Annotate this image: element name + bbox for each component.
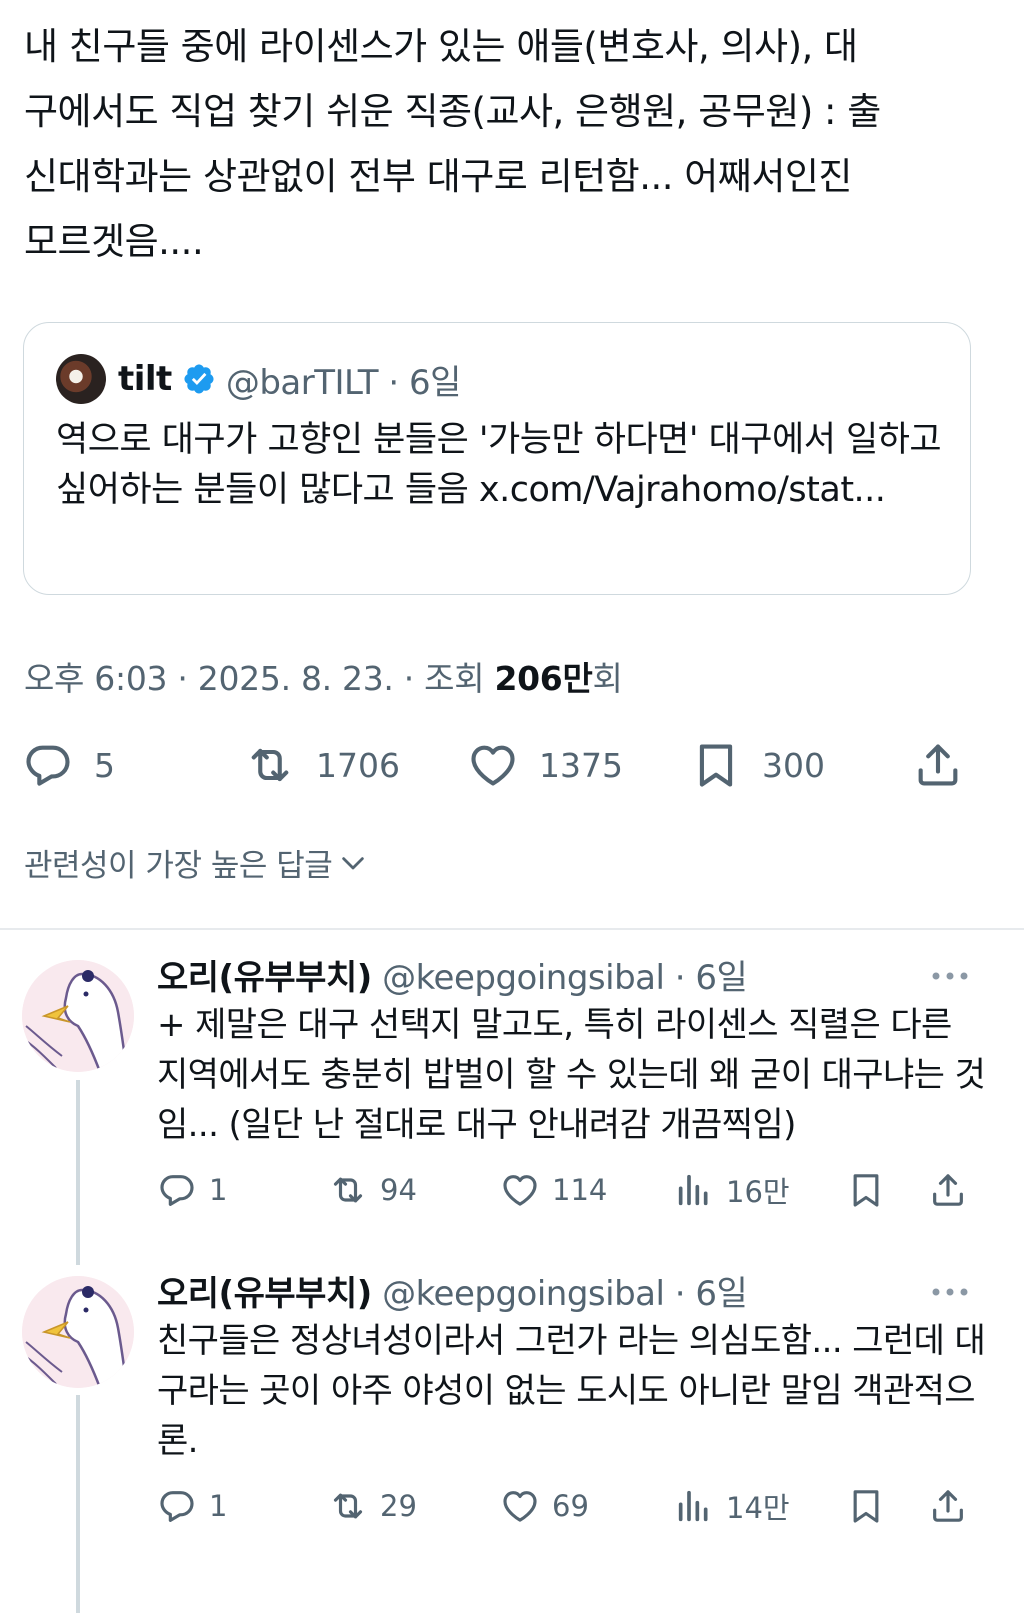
- reply-button[interactable]: 5: [22, 730, 115, 800]
- bookmark-icon: [853, 1174, 879, 1207]
- like-button[interactable]: 114: [500, 1165, 607, 1215]
- tweet-text: 내 친구들 중에 라이센스가 있는 애들(변호사, 의사), 대 구에서도 직업…: [24, 25, 881, 263]
- reply-header: 오리(유부부치) @keepgoingsibal · 6일: [157, 1266, 748, 1315]
- reply-author-name[interactable]: 오리(유부부치): [157, 958, 372, 998]
- views-button[interactable]: 14만: [674, 1481, 790, 1531]
- reply-text: + 제말은 대구 선택지 말고도, 특히 라이센스 직렬은 다른 지역에서도 충…: [157, 1005, 986, 1145]
- reply-author-handle-time[interactable]: @keepgoingsibal · 6일: [382, 958, 748, 998]
- retweet-button[interactable]: 29: [328, 1481, 417, 1531]
- views-unit: 만: [562, 659, 593, 698]
- views-suffix: 회: [592, 659, 623, 698]
- heart-icon: [471, 745, 515, 786]
- bookmark-button[interactable]: [846, 1481, 886, 1531]
- reply-icon: [160, 1175, 194, 1206]
- reply-text: 친구들은 정상녀성이라서 그런가 라는 의심도함... 그런데 대구라는 곳이 …: [157, 1321, 986, 1461]
- retweet-icon: [333, 1493, 363, 1519]
- share-icon: [933, 1174, 963, 1206]
- share-icon: [918, 744, 958, 786]
- retweet-button[interactable]: 1706: [244, 730, 400, 800]
- reply-action-bar: 1 94 114 16만: [0, 1165, 1024, 1215]
- more-options-icon[interactable]: [930, 1282, 970, 1302]
- retweet-icon: [333, 1177, 363, 1203]
- tweet-action-bar: 5 1706 1375 300: [0, 730, 1024, 800]
- retweet-count: 1706: [316, 745, 400, 785]
- quoted-author-handle-time[interactable]: @barTILT · 6일: [226, 355, 462, 404]
- bookmark-icon: [699, 744, 733, 787]
- analytics-icon: [678, 1174, 708, 1206]
- share-button[interactable]: [928, 1481, 968, 1531]
- views-button[interactable]: 16만: [674, 1165, 790, 1215]
- reply-button[interactable]: 1: [157, 1481, 227, 1531]
- retweet-button[interactable]: 94: [328, 1165, 417, 1215]
- reply-icon: [26, 745, 70, 786]
- like-count: 1375: [539, 745, 623, 785]
- quoted-tweet-card[interactable]: tilt @barTILT · 6일 역으로 대구가 고향인 분들은 '가능만 …: [23, 322, 971, 595]
- like-count: 69: [552, 1489, 589, 1523]
- quoted-author-name[interactable]: tilt: [118, 359, 172, 399]
- bookmark-count: 300: [762, 745, 825, 785]
- reply-author-handle-time[interactable]: @keepgoingsibal · 6일: [382, 1274, 748, 1314]
- retweet-count: 94: [380, 1173, 417, 1207]
- quoted-tweet-text: 역으로 대구가 고향인 분들은 '가능만 하다면' 대구에서 일하고 싶어하는 …: [56, 420, 942, 510]
- analytics-icon: [678, 1490, 708, 1522]
- reply-sort-selector[interactable]: 관련성이 가장 높은 답글: [24, 840, 368, 885]
- heart-icon: [503, 1491, 537, 1522]
- like-button[interactable]: 69: [500, 1481, 589, 1531]
- duck-avatar-icon: [22, 1276, 134, 1388]
- reply-count: 5: [94, 745, 115, 785]
- views-number: 206: [494, 659, 563, 698]
- section-divider: [0, 928, 1024, 930]
- bookmark-button[interactable]: 300: [690, 730, 825, 800]
- share-icon: [933, 1490, 963, 1522]
- reply-action-bar: 1 29 69 14만: [0, 1481, 1024, 1531]
- like-button[interactable]: 1375: [467, 730, 623, 800]
- quoted-author-avatar[interactable]: [56, 354, 106, 404]
- retweet-icon: [251, 748, 289, 782]
- views-count: 14만: [726, 1491, 790, 1525]
- reply-author-name[interactable]: 오리(유부부치): [157, 1274, 372, 1314]
- bookmark-icon: [853, 1490, 879, 1523]
- chevron-down-icon: [342, 856, 365, 869]
- reply-sort-label: 관련성이 가장 높은 답글: [24, 848, 333, 884]
- avatar[interactable]: [22, 1276, 134, 1388]
- views-count: 16만: [726, 1175, 790, 1209]
- reply-count: 1: [209, 1489, 228, 1523]
- heart-icon: [503, 1175, 537, 1206]
- more-options-icon[interactable]: [930, 966, 970, 986]
- reply-icon: [160, 1491, 194, 1522]
- share-button[interactable]: [912, 730, 964, 800]
- retweet-count: 29: [380, 1489, 417, 1523]
- tweet-meta: 오후 6:03 · 2025. 8. 23. · 조회 206만회: [24, 652, 623, 700]
- reply-count: 1: [209, 1173, 228, 1207]
- reply-button[interactable]: 1: [157, 1165, 227, 1215]
- share-button[interactable]: [928, 1165, 968, 1215]
- bookmark-button[interactable]: [846, 1165, 886, 1215]
- duck-avatar-icon: [22, 960, 134, 1072]
- quoted-tweet-header: tilt @barTILT · 6일: [56, 353, 461, 405]
- avatar[interactable]: [22, 960, 134, 1072]
- like-count: 114: [552, 1173, 608, 1207]
- tweet-datetime: 오후 6:03 · 2025. 8. 23. · 조회: [24, 659, 495, 698]
- reply-header: 오리(유부부치) @keepgoingsibal · 6일: [157, 950, 748, 999]
- verified-badge-icon: [184, 364, 214, 394]
